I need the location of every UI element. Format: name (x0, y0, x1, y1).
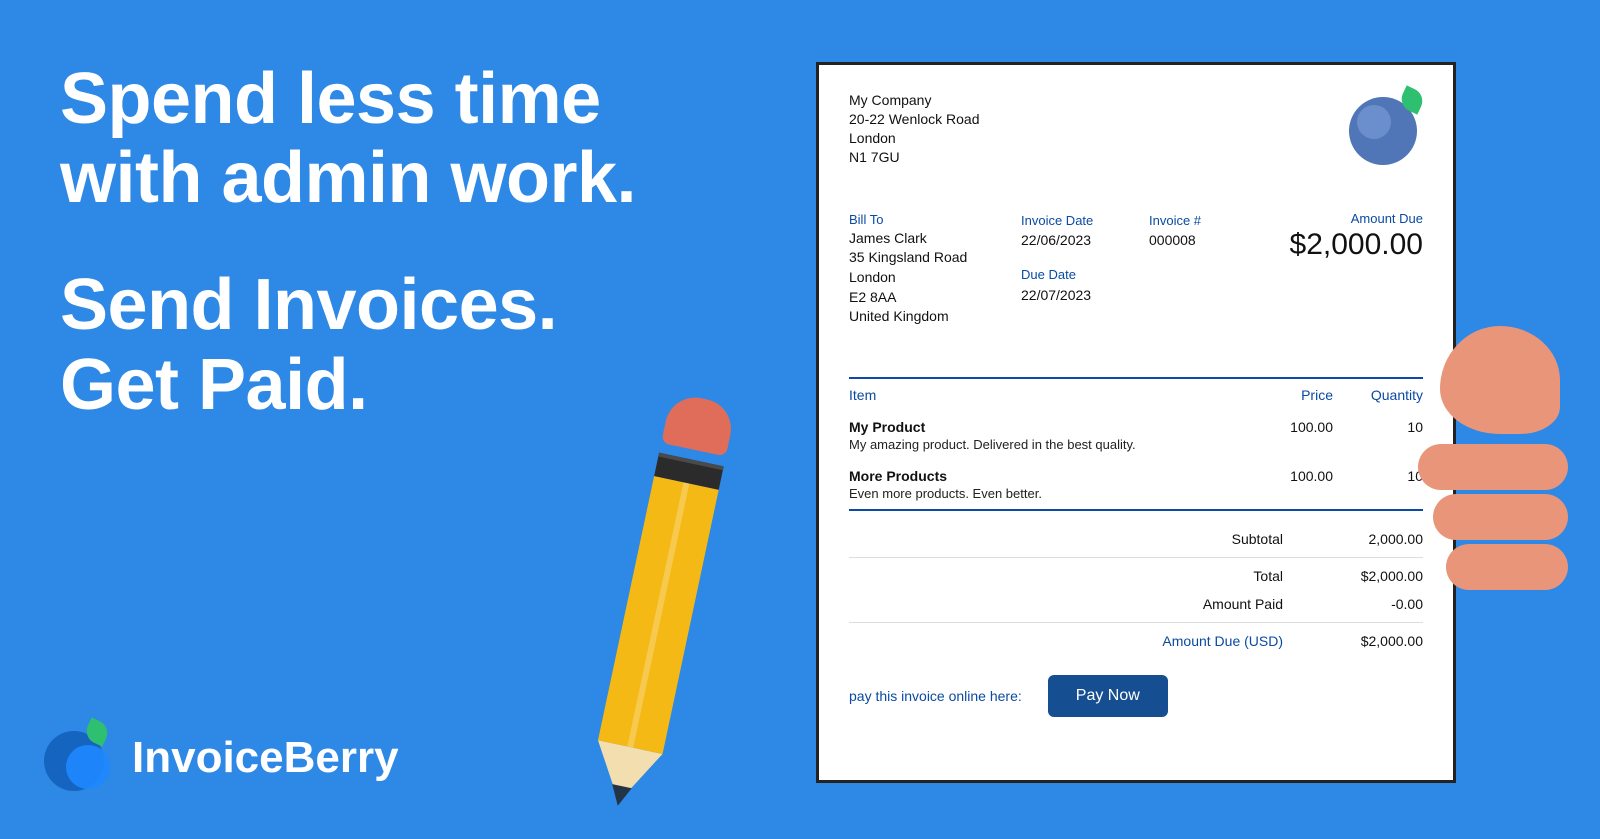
dates-block: Invoice Date 22/06/2023 Due Date 22/07/2… (1021, 211, 1149, 327)
brand-lockup: InvoiceBerry (44, 725, 399, 791)
invoice-date-label: Invoice Date (1021, 211, 1149, 231)
total-value: $2,000.00 (1313, 568, 1423, 584)
subtotal-label: Subtotal (1113, 531, 1283, 547)
amount-due-value: $2,000.00 (1290, 228, 1423, 262)
due-date-label: Due Date (1021, 265, 1149, 285)
amount-due-usd-value: $2,000.00 (1313, 633, 1423, 649)
headline-line-2: Send Invoices. Get Paid. (60, 266, 680, 424)
subtotal-value: 2,000.00 (1313, 531, 1423, 547)
bill-to-label: Bill To (849, 211, 1021, 229)
line-items-table: Item Price Quantity My Product My amazin… (849, 377, 1423, 511)
marketing-headline: Spend less time with admin work. Send In… (60, 60, 680, 473)
line-item: My Product My amazing product. Delivered… (849, 411, 1423, 460)
invoice-date-value: 22/06/2023 (1021, 230, 1149, 251)
invoice-number-label: Invoice # (1149, 211, 1247, 231)
bill-to-block: Bill To James Clark 35 Kingsland Road Lo… (849, 211, 1021, 327)
invoice-preview: My Company 20-22 Wenlock Road London N1 … (816, 62, 1456, 783)
amount-due-usd-label: Amount Due (USD) (1113, 633, 1283, 649)
invoice-number-value: 000008 (1149, 230, 1247, 251)
total-label: Total (1113, 568, 1283, 584)
amount-paid-label: Amount Paid (1113, 596, 1283, 612)
headline-line-1: Spend less time with admin work. (60, 60, 680, 218)
invoice-number-block: Invoice # 000008 (1149, 211, 1247, 327)
pay-now-button[interactable]: Pay Now (1048, 675, 1168, 717)
brand-name: InvoiceBerry (132, 733, 399, 783)
col-header-price: Price (1233, 387, 1333, 403)
amount-due-label: Amount Due (1290, 211, 1423, 226)
line-item: More Products Even more products. Even b… (849, 460, 1423, 509)
totals-block: Subtotal 2,000.00 Total $2,000.00 Amount… (849, 525, 1423, 655)
col-header-quantity: Quantity (1333, 387, 1423, 403)
amount-due-block: Amount Due $2,000.00 (1290, 211, 1423, 327)
sender-address: My Company 20-22 Wenlock Road London N1 … (849, 91, 979, 167)
invoiceberry-logo-icon (44, 725, 110, 791)
pay-online-prompt: pay this invoice online here: (849, 688, 1022, 704)
col-header-item: Item (849, 387, 1233, 403)
amount-paid-value: -0.00 (1313, 596, 1423, 612)
due-date-value: 22/07/2023 (1021, 285, 1149, 306)
company-logo-icon (1349, 91, 1423, 165)
